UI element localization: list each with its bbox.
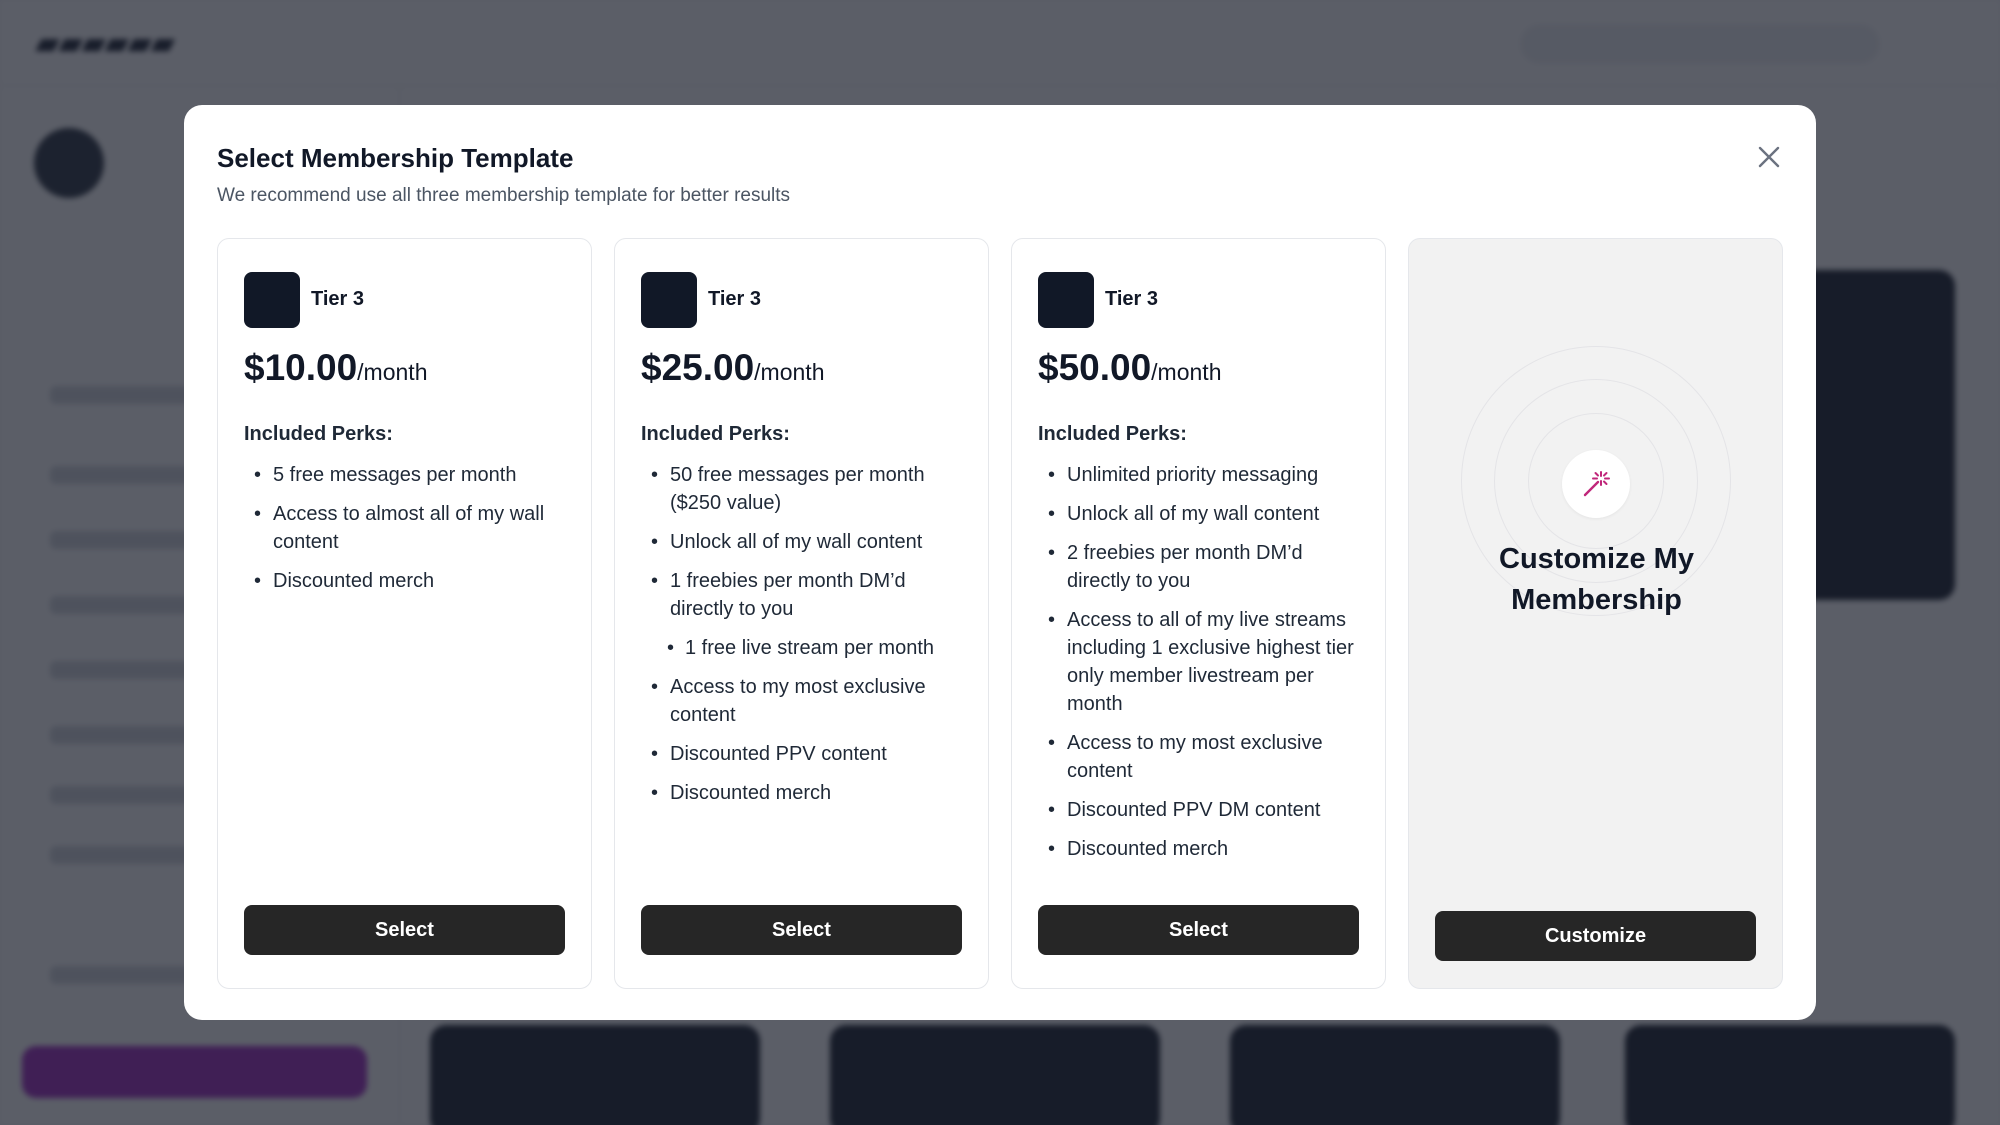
perk-item: Access to my most exclusive content: [1038, 729, 1368, 785]
perks-list: 5 free messages per month Access to almo…: [244, 461, 574, 606]
tier-icon: [641, 272, 697, 328]
magic-wand-badge: [1562, 450, 1630, 518]
close-icon: [1758, 146, 1780, 168]
price-period: /month: [1151, 359, 1222, 385]
close-button[interactable]: [1749, 137, 1789, 177]
perks-list: Unlimited priority messaging Unlock all …: [1038, 461, 1368, 874]
perks-title: Included Perks:: [1038, 423, 1187, 445]
perk-item: Access to almost all of my wall content: [244, 500, 574, 556]
perk-item: Unlimited priority messaging: [1038, 461, 1368, 489]
price-period: /month: [357, 359, 428, 385]
tier-price: $50.00/month: [1038, 347, 1222, 389]
perks-title: Included Perks:: [244, 423, 393, 445]
price-amount: $25.00: [641, 347, 755, 388]
customize-card[interactable]: Customize My Membership Customize: [1408, 238, 1783, 989]
tier-icon: [244, 272, 300, 328]
perk-item: Unlock all of my wall content: [641, 528, 971, 556]
perk-item: Unlock all of my wall content: [1038, 500, 1368, 528]
tier-price: $25.00/month: [641, 347, 825, 389]
select-button[interactable]: Select: [244, 905, 565, 955]
perk-item: 2 freebies per month DM’d directly to yo…: [1038, 539, 1368, 595]
price-amount: $50.00: [1038, 347, 1152, 388]
tier-price: $10.00/month: [244, 347, 428, 389]
perk-item: Discounted merch: [244, 567, 574, 595]
perk-item: Discounted PPV DM content: [1038, 796, 1368, 824]
tier-card: Tier 3 $25.00/month Included Perks: 50 f…: [614, 238, 989, 989]
perk-item: Access to my most exclusive content: [641, 673, 971, 729]
price-period: /month: [754, 359, 825, 385]
tier-name: Tier 3: [1105, 288, 1158, 310]
tier-name: Tier 3: [708, 288, 761, 310]
modal-subtitle: We recommend use all three membership te…: [217, 185, 791, 206]
tier-icon: [1038, 272, 1094, 328]
tier-card: Tier 3 $50.00/month Included Perks: Unli…: [1011, 238, 1386, 989]
perk-item: Discounted merch: [641, 779, 971, 807]
perk-item: Discounted merch: [1038, 835, 1368, 863]
customize-button[interactable]: Customize: [1435, 911, 1756, 961]
membership-template-modal: Select Membership Template We recommend …: [184, 105, 1816, 1020]
customize-title-line: Customize My: [1499, 543, 1694, 575]
magic-wand-icon: [1583, 471, 1610, 497]
perk-item: 1 freebies per month DM’d directly to yo…: [641, 567, 971, 623]
perks-title: Included Perks:: [641, 423, 790, 445]
price-amount: $10.00: [244, 347, 358, 388]
perk-item: 50 free messages per month ($250 value): [641, 461, 971, 517]
perk-item: 5 free messages per month: [244, 461, 574, 489]
perks-list: 50 free messages per month ($250 value) …: [641, 461, 971, 818]
modal-title: Select Membership Template: [217, 143, 574, 173]
customize-title: Customize My Membership: [1409, 539, 1784, 621]
perk-sub-item: 1 free live stream per month: [641, 634, 971, 662]
customize-title-line: Membership: [1511, 584, 1682, 616]
tier-card: Tier 3 $10.00/month Included Perks: 5 fr…: [217, 238, 592, 989]
select-button[interactable]: Select: [1038, 905, 1359, 955]
select-button[interactable]: Select: [641, 905, 962, 955]
tier-name: Tier 3: [311, 288, 364, 310]
perk-item: Access to all of my live streams includi…: [1038, 606, 1368, 718]
perk-item: Discounted PPV content: [641, 740, 971, 768]
